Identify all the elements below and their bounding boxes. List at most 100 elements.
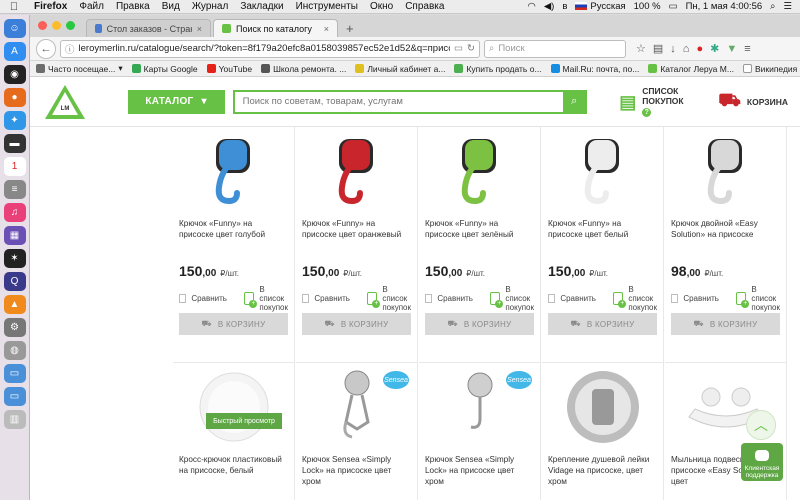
vlc-icon[interactable]: ▲: [3, 295, 26, 314]
add-to-cart-button[interactable]: ⛟ В КОРЗИНУ: [302, 313, 411, 335]
finder-icon[interactable]: ☺: [3, 19, 26, 38]
product-image[interactable]: [173, 127, 294, 215]
compare-checkbox[interactable]: [425, 293, 433, 303]
volume-icon[interactable]: ◀): [544, 1, 554, 12]
menu-edit[interactable]: Правка: [110, 1, 156, 12]
notification-center-icon[interactable]: ☰: [783, 1, 792, 12]
compare-label[interactable]: Сравнить: [683, 294, 719, 303]
compare-checkbox[interactable]: [179, 293, 187, 303]
product-image[interactable]: [296, 127, 417, 215]
product-image[interactable]: [542, 363, 663, 451]
battery-status[interactable]: 100 %: [634, 1, 661, 12]
product-card[interactable]: Sensea Крючок Sensea «Simply Lock» на при…: [419, 363, 541, 500]
home-icon[interactable]: ⌂: [683, 43, 690, 55]
compare-checkbox[interactable]: [548, 293, 556, 303]
new-tab-button[interactable]: +: [338, 19, 362, 37]
menu-history[interactable]: Журнал: [186, 1, 235, 12]
add-to-list-label[interactable]: В список покупок: [505, 285, 534, 312]
url-bar[interactable]: ⓘ leroymerlin.ru/catalogue/search/?token…: [60, 39, 480, 58]
input-language[interactable]: Русская: [575, 1, 626, 12]
tab-catalog-search[interactable]: Поиск по каталогу ×: [213, 19, 338, 37]
product-card[interactable]: Крепление душевой лейки Vidage на присос…: [542, 363, 664, 500]
add-to-list-label[interactable]: В список покупок: [751, 285, 780, 312]
bookmark-leroy-catalog[interactable]: Каталог Леруа М...: [648, 64, 734, 74]
product-name[interactable]: Крепление душевой лейки Vidage на присос…: [542, 451, 663, 499]
product-image[interactable]: Sensea: [419, 363, 540, 451]
app-store-icon[interactable]: A: [3, 42, 26, 61]
scroll-top-button[interactable]: ︿: [746, 410, 776, 440]
clock[interactable]: Пн, 1 мая 4:00:56: [686, 1, 763, 12]
product-card[interactable]: Крючок «Funny» на присоске цвет зелёный 1…: [419, 127, 541, 363]
product-image[interactable]: Быстрый просмотр: [173, 363, 294, 451]
menu-view[interactable]: Вид: [156, 1, 186, 12]
product-name[interactable]: Крючок «Funny» на присоске цвет голубой: [173, 215, 294, 263]
photo-booth-icon[interactable]: ✶: [3, 249, 26, 268]
wifi-icon[interactable]: ◠: [528, 1, 536, 12]
menu-window[interactable]: Окно: [364, 1, 399, 12]
zoom-window-icon[interactable]: [66, 21, 75, 30]
add-to-cart-button[interactable]: ⛟ В КОРЗИНУ: [425, 313, 534, 335]
terminal-icon[interactable]: ▬: [3, 134, 26, 153]
product-card[interactable]: Sensea Крючок Sensea «Simply Lock» на при…: [296, 363, 418, 500]
compare-label[interactable]: Сравнить: [560, 294, 596, 303]
bluetooth-icon[interactable]: ʙ: [562, 1, 567, 12]
menu-help[interactable]: Справка: [399, 1, 450, 12]
apple-icon[interactable]: : [0, 1, 28, 13]
quick-view-button[interactable]: Быстрый просмотр: [206, 413, 282, 429]
firefox-icon[interactable]: ●: [3, 88, 26, 107]
close-tab-icon[interactable]: ×: [324, 24, 329, 34]
reader-view-icon[interactable]: ▭: [454, 43, 463, 54]
product-card[interactable]: Крючок «Funny» на присоске цвет оранжевы…: [296, 127, 418, 363]
add-to-list-label[interactable]: В список покупок: [259, 285, 288, 312]
catalog-button[interactable]: КАТАЛОГ ▾: [127, 89, 225, 114]
launchpad-icon[interactable]: ◉: [3, 65, 26, 84]
preview-icon[interactable]: ▦: [3, 226, 26, 245]
product-card[interactable]: Крючок «Funny» на присоске цвет белый 150…: [542, 127, 664, 363]
adblock-icon[interactable]: ●: [696, 43, 703, 55]
tab-orders[interactable]: Стол заказов - Страница 4 | ×: [86, 19, 211, 37]
reload-icon[interactable]: ↻: [467, 43, 475, 54]
close-tab-icon[interactable]: ×: [197, 24, 202, 34]
bookmark-mailru[interactable]: Mail.Ru: почта, по...: [550, 64, 639, 74]
help-icon[interactable]: ?: [642, 108, 652, 117]
support-button[interactable]: Клиентская поддержка: [741, 443, 783, 481]
reading-list-icon[interactable]: ▤: [653, 42, 663, 55]
add-to-list-icon[interactable]: [489, 291, 504, 308]
product-image[interactable]: [419, 127, 540, 215]
battery-icon[interactable]: ▭: [669, 1, 678, 12]
bookmark-buy-sell[interactable]: Купить продать о...: [454, 64, 542, 74]
itunes-icon[interactable]: ♫: [3, 203, 26, 222]
shopping-list-link[interactable]: ▤ СПИСОК ПОКУПОК ?: [619, 86, 694, 117]
add-to-list-icon[interactable]: [243, 291, 258, 308]
url-text[interactable]: leroymerlin.ru/catalogue/search/?token=8…: [79, 43, 451, 54]
downloads-icon[interactable]: ↓: [670, 43, 676, 55]
system-preferences-icon[interactable]: ⚙: [3, 318, 26, 337]
quicktime-icon[interactable]: Q: [3, 272, 26, 291]
folder-icon[interactable]: ▭: [3, 364, 26, 383]
product-name[interactable]: Крючок «Funny» на присоске цвет белый: [542, 215, 663, 263]
compare-checkbox[interactable]: [671, 293, 679, 303]
compare-label[interactable]: Сравнить: [191, 294, 227, 303]
notes-icon[interactable]: ≡: [3, 180, 26, 199]
leroy-merlin-logo[interactable]: LM: [42, 82, 88, 122]
product-card[interactable]: Крючок двойной «Easy Solution» на присос…: [665, 127, 787, 363]
add-to-cart-button[interactable]: ⛟ В КОРЗИНУ: [179, 313, 288, 335]
add-to-list-icon[interactable]: [366, 291, 381, 308]
site-search-button[interactable]: ⌕: [563, 91, 586, 112]
minimize-window-icon[interactable]: [52, 21, 61, 30]
menu-bookmarks[interactable]: Закладки: [234, 1, 289, 12]
product-image[interactable]: [665, 127, 786, 215]
bookmark-google-maps[interactable]: Карты Google: [131, 64, 198, 74]
add-to-list-label[interactable]: В список покупок: [628, 285, 657, 312]
product-card[interactable]: Быстрый просмотр Кросс-крючок пластиковый…: [173, 363, 295, 500]
info-icon[interactable]: ⓘ: [65, 42, 75, 56]
compare-label[interactable]: Сравнить: [437, 294, 473, 303]
bookmark-star-icon[interactable]: ☆: [636, 42, 646, 55]
product-card[interactable]: Крючок «Funny» на присоске цвет голубой 1…: [173, 127, 295, 363]
vpn-icon[interactable]: ▼: [726, 43, 737, 55]
close-window-icon[interactable]: [38, 21, 47, 30]
trash-icon[interactable]: ▥: [3, 410, 26, 429]
product-name[interactable]: Крючок двойной «Easy Solution» на присос…: [665, 215, 786, 263]
menu-icon[interactable]: ≡: [744, 43, 750, 55]
add-to-list-icon[interactable]: [735, 291, 750, 308]
